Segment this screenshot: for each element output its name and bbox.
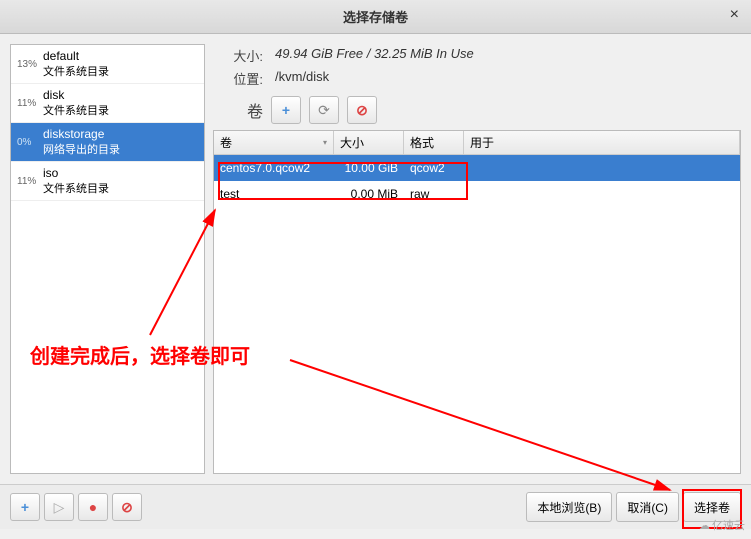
table-row[interactable]: test 0.00 MiB raw xyxy=(214,181,740,207)
pool-item-default[interactable]: 13% default 文件系统目录 xyxy=(11,45,204,84)
plus-icon: + xyxy=(21,499,29,515)
volume-label: 卷 xyxy=(213,98,263,122)
play-button[interactable]: ▷ xyxy=(44,493,74,521)
pool-name: iso xyxy=(43,166,109,180)
pool-pct: 11% xyxy=(17,98,39,109)
col-used[interactable]: 用于 xyxy=(464,131,740,154)
add-volume-button[interactable]: + xyxy=(271,96,301,124)
delete-icon: ⊘ xyxy=(121,499,133,516)
pool-item-iso[interactable]: 11% iso 文件系统目录 xyxy=(11,162,204,201)
location-value: /kvm/disk xyxy=(275,69,329,88)
size-row: 大小: 49.94 GiB Free / 32.25 MiB In Use xyxy=(213,44,741,67)
col-format[interactable]: 格式 xyxy=(404,131,464,154)
cloud-icon: ☁ xyxy=(699,519,710,532)
watermark: ☁ 亿速云 xyxy=(699,517,745,533)
cell-fmt: qcow2 xyxy=(404,157,464,179)
titlebar: 选择存储卷 × xyxy=(0,0,751,34)
cell-size: 10.00 GiB xyxy=(334,157,404,179)
close-icon[interactable]: × xyxy=(730,6,739,24)
pool-sub: 文件系统目录 xyxy=(43,102,109,118)
delete-volume-button[interactable]: ⊘ xyxy=(347,96,377,124)
pool-pct: 11% xyxy=(17,176,39,187)
cancel-button[interactable]: 取消(C) xyxy=(616,492,679,522)
pool-sub: 文件系统目录 xyxy=(43,63,109,79)
refresh-button[interactable]: ⟳ xyxy=(309,96,339,124)
delete-icon: ⊘ xyxy=(356,102,368,119)
pool-item-disk[interactable]: 11% disk 文件系统目录 xyxy=(11,84,204,123)
location-row: 位置: /kvm/disk xyxy=(213,67,741,90)
col-volume[interactable]: 卷▾ xyxy=(214,131,334,154)
record-icon: ● xyxy=(89,499,97,515)
footer: + ▷ ● ⊘ 本地浏览(B) 取消(C) 选择卷 xyxy=(0,484,751,529)
cell-name: test xyxy=(214,183,334,205)
right-panel: 大小: 49.94 GiB Free / 32.25 MiB In Use 位置… xyxy=(213,44,741,474)
cell-used xyxy=(464,190,740,198)
pool-pct: 13% xyxy=(17,59,39,70)
table-header: 卷▾ 大小 格式 用于 xyxy=(214,131,740,155)
delete-pool-button[interactable]: ⊘ xyxy=(112,493,142,521)
volumes-table: 卷▾ 大小 格式 用于 centos7.0.qcow2 10.00 GiB qc… xyxy=(213,130,741,474)
cell-fmt: raw xyxy=(404,183,464,205)
size-value: 49.94 GiB Free / 32.25 MiB In Use xyxy=(275,46,474,65)
window-title: 选择存储卷 xyxy=(343,7,408,26)
stop-button[interactable]: ● xyxy=(78,493,108,521)
size-label: 大小: xyxy=(213,46,263,65)
browse-local-button[interactable]: 本地浏览(B) xyxy=(526,492,612,522)
add-pool-button[interactable]: + xyxy=(10,493,40,521)
cell-size: 0.00 MiB xyxy=(334,183,404,205)
location-label: 位置: xyxy=(213,69,263,88)
cell-used xyxy=(464,164,740,172)
play-icon: ▷ xyxy=(54,499,65,516)
pool-name: disk xyxy=(43,88,109,102)
main-area: 13% default 文件系统目录 11% disk 文件系统目录 0% di… xyxy=(0,34,751,484)
pool-name: default xyxy=(43,49,109,63)
pool-sub: 文件系统目录 xyxy=(43,180,109,196)
plus-icon: + xyxy=(282,102,290,118)
refresh-icon: ⟳ xyxy=(318,102,330,119)
sort-caret-icon: ▾ xyxy=(323,138,327,147)
pool-name: diskstorage xyxy=(43,127,120,141)
cell-name: centos7.0.qcow2 xyxy=(214,157,334,179)
table-row[interactable]: centos7.0.qcow2 10.00 GiB qcow2 xyxy=(214,155,740,181)
storage-pools-sidebar: 13% default 文件系统目录 11% disk 文件系统目录 0% di… xyxy=(10,44,205,474)
pool-sub: 网络导出的目录 xyxy=(43,141,120,157)
volume-toolbar: 卷 + ⟳ ⊘ xyxy=(213,96,741,124)
col-size[interactable]: 大小 xyxy=(334,131,404,154)
pool-pct: 0% xyxy=(17,137,39,148)
pool-item-diskstorage[interactable]: 0% diskstorage 网络导出的目录 xyxy=(11,123,204,162)
